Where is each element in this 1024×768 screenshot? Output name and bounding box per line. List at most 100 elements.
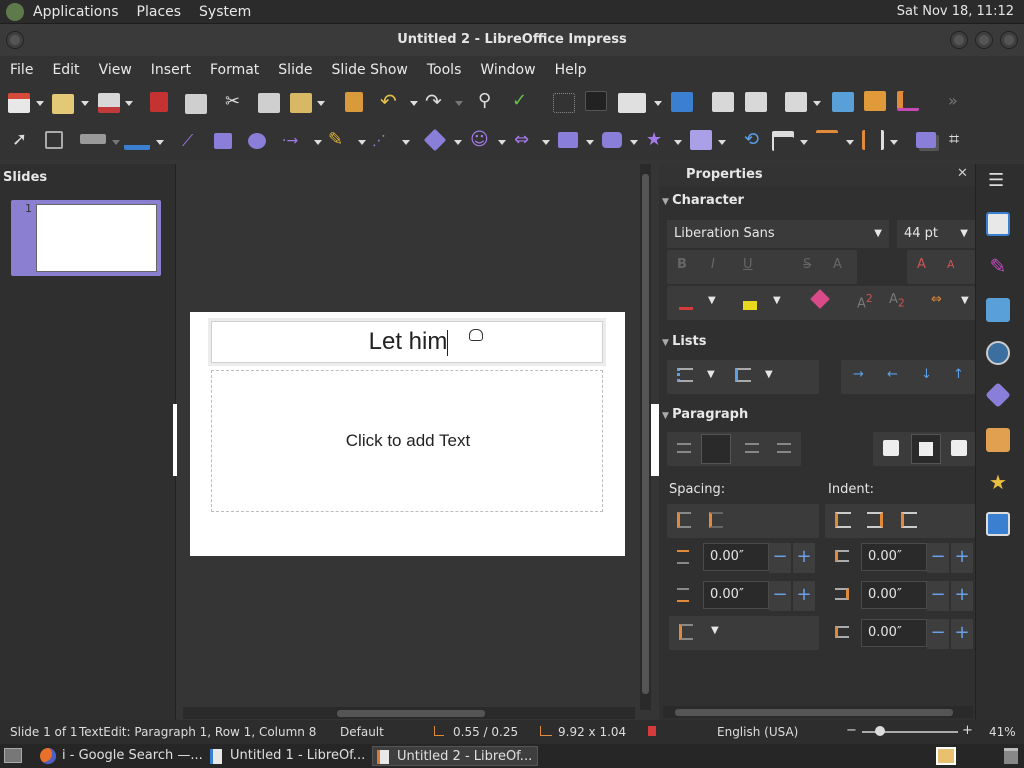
save-dropdown-icon[interactable] <box>125 101 133 106</box>
trash-icon[interactable] <box>1004 748 1018 764</box>
spacing-below-input[interactable]: 0.00″ <box>703 581 769 609</box>
slide-canvas[interactable]: Let him Click to add Text <box>190 312 625 556</box>
menu-insert[interactable]: Insert <box>141 62 200 78</box>
font-name-box[interactable]: Liberation Sans ▼ <box>667 220 889 248</box>
decrease-font-icon[interactable]: A <box>947 258 955 271</box>
vertical-scroll-thumb[interactable] <box>642 174 649 694</box>
places-menu[interactable]: Places <box>128 4 191 20</box>
export-pdf-icon[interactable] <box>150 92 168 112</box>
flowchart-icon[interactable] <box>558 132 578 148</box>
redo-dropdown-icon[interactable] <box>455 101 463 106</box>
indent-after-input[interactable]: 0.00″ <box>861 581 927 609</box>
panel-horizontal-scrollbar[interactable] <box>663 706 973 718</box>
new-dropdown-icon[interactable] <box>36 101 44 106</box>
indent-before-increase-button[interactable]: + <box>951 543 973 573</box>
clear-formatting-icon[interactable] <box>810 289 830 309</box>
paste-icon[interactable] <box>290 93 312 113</box>
maximize-button[interactable] <box>975 31 993 49</box>
menu-edit[interactable]: Edit <box>42 62 88 78</box>
align-right-icon[interactable] <box>745 443 759 453</box>
open-folder-icon[interactable] <box>52 94 74 114</box>
master-slides-tab-icon[interactable] <box>986 512 1010 536</box>
superscript-icon[interactable]: A2 <box>857 292 873 311</box>
line-spacing-button[interactable]: ▼ <box>669 616 819 650</box>
align-top-icon[interactable] <box>883 440 899 456</box>
panel-scroll-thumb[interactable] <box>675 709 953 716</box>
menu-help[interactable]: Help <box>545 62 596 78</box>
distribute-icon[interactable] <box>862 130 884 150</box>
basic-shapes-icon[interactable] <box>423 128 447 152</box>
insert-table-icon[interactable] <box>785 92 807 112</box>
find-replace-icon[interactable]: ⚲ <box>478 91 500 111</box>
lines-arrows-icon[interactable]: ·→ <box>282 131 304 151</box>
close-properties-icon[interactable]: ✕ <box>957 166 968 181</box>
arrange-dropdown-icon[interactable] <box>846 140 854 145</box>
symbol-dropdown-icon[interactable] <box>498 140 506 145</box>
print-icon[interactable] <box>185 94 207 114</box>
indent-after-increase-button[interactable]: + <box>951 581 973 611</box>
distribute-dropdown-icon[interactable] <box>890 140 898 145</box>
sidebar-menu-icon[interactable]: ☰ <box>988 170 1004 191</box>
undo-icon[interactable]: ↶ <box>380 91 402 111</box>
spacing-below-decrease-button[interactable]: − <box>769 581 791 611</box>
font-size-dropdown-icon[interactable]: ▼ <box>960 221 968 247</box>
vertical-scrollbar[interactable] <box>640 164 651 710</box>
first-line-indent-input[interactable]: 0.00″ <box>861 619 927 647</box>
slide-transition-tab-icon[interactable] <box>986 428 1010 452</box>
character-spacing-icon[interactable]: ⇔ <box>931 292 942 307</box>
paste-dropdown-icon[interactable] <box>317 101 325 106</box>
zoom-out-icon[interactable]: − <box>846 723 857 738</box>
increase-font-icon[interactable]: A <box>917 257 926 272</box>
display-views-icon[interactable] <box>618 93 646 113</box>
shadow-text-icon[interactable]: A <box>833 257 842 272</box>
start-current-slide-icon[interactable] <box>745 92 767 112</box>
lines-dropdown-icon[interactable] <box>314 140 322 145</box>
curves-icon[interactable]: ✎ <box>328 130 350 150</box>
align-center-icon[interactable] <box>701 434 731 464</box>
menu-view[interactable]: View <box>89 62 141 78</box>
highlight-dropdown-icon[interactable]: ▼ <box>773 295 781 306</box>
align-bottom-icon[interactable] <box>951 440 967 456</box>
callouts-icon[interactable] <box>602 132 622 148</box>
line-color-dropdown-icon[interactable] <box>112 140 120 145</box>
insert-line-icon[interactable]: ⟋ <box>182 131 204 151</box>
slide-thumbnail-1[interactable]: 1 <box>11 200 161 276</box>
tray-impress-icon[interactable] <box>936 747 956 765</box>
sidebar-collapse-handle[interactable] <box>651 404 659 476</box>
block-arrows-dropdown-icon[interactable] <box>542 140 550 145</box>
font-size-box[interactable]: 44 pt ▼ <box>897 220 975 248</box>
shadow-icon[interactable] <box>916 132 936 148</box>
system-menu[interactable]: System <box>190 4 260 20</box>
gallery-tab-icon[interactable] <box>986 298 1010 322</box>
ellipse-icon[interactable] <box>248 133 266 149</box>
properties-tab-icon[interactable] <box>986 212 1010 236</box>
hanging-indent-icon[interactable] <box>901 512 917 528</box>
line-color-icon[interactable] <box>80 134 106 144</box>
styles-tab-icon[interactable]: ✎ <box>986 254 1010 278</box>
grid-icon[interactable] <box>553 93 575 113</box>
strikethrough-icon[interactable]: S <box>803 257 811 272</box>
font-color-dropdown-icon[interactable]: ▼ <box>708 295 716 306</box>
first-line-indent-decrease-button[interactable]: − <box>927 619 949 649</box>
zoom-in-icon[interactable]: + <box>962 723 973 738</box>
stars-dropdown-icon[interactable] <box>674 140 682 145</box>
font-name-dropdown-icon[interactable]: ▼ <box>874 221 882 247</box>
navigator-tab-icon[interactable] <box>986 341 1010 365</box>
unordered-list-dropdown-icon[interactable]: ▼ <box>707 369 715 380</box>
start-first-slide-icon[interactable] <box>712 92 734 112</box>
line-spacing-dropdown-icon[interactable]: ▼ <box>711 625 719 636</box>
spacing-below-increase-button[interactable]: + <box>793 581 815 611</box>
increase-indent-icon[interactable] <box>835 512 851 528</box>
justify-icon[interactable] <box>777 443 791 453</box>
horizontal-scrollbar[interactable] <box>183 707 635 719</box>
increase-paragraph-spacing-icon[interactable] <box>677 512 691 528</box>
snap-guides-icon[interactable] <box>585 91 607 111</box>
decrease-indent-icon[interactable] <box>867 512 883 528</box>
spacing-above-input[interactable]: 0.00″ <box>703 543 769 571</box>
language[interactable]: English (USA) <box>717 725 798 739</box>
indent-before-input[interactable]: 0.00″ <box>861 543 927 571</box>
master-layout-name[interactable]: Default <box>340 725 384 739</box>
callouts-dropdown-icon[interactable] <box>630 140 638 145</box>
move-down-icon[interactable]: ↓ <box>921 367 932 382</box>
rectangle-icon[interactable] <box>214 133 232 149</box>
